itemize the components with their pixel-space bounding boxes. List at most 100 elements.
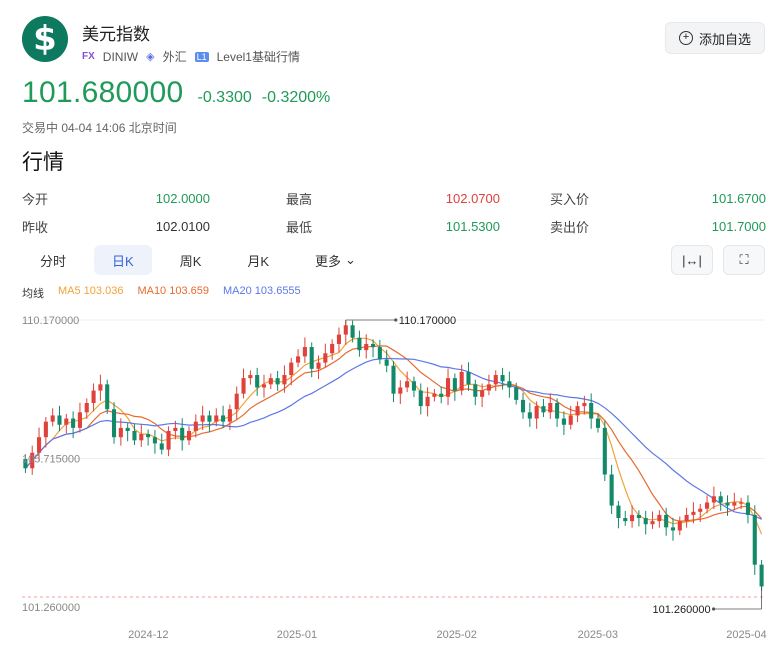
level-text: Level1基础行情 bbox=[216, 50, 300, 64]
x-axis-label: 2025-01 bbox=[277, 629, 317, 641]
candle-body bbox=[725, 502, 730, 506]
candle-body bbox=[111, 409, 117, 438]
candle-body bbox=[439, 393, 444, 397]
candle-body bbox=[718, 496, 723, 503]
candle-body bbox=[309, 347, 314, 369]
candle-body bbox=[507, 381, 512, 388]
candle-body bbox=[268, 378, 273, 385]
candle-body bbox=[459, 371, 464, 391]
candle-body bbox=[670, 527, 676, 531]
candle-body bbox=[57, 415, 62, 425]
candle-body bbox=[261, 384, 267, 388]
candle-body bbox=[561, 418, 566, 425]
candle-body bbox=[214, 415, 219, 422]
candle-body bbox=[418, 390, 423, 407]
candle-body bbox=[391, 365, 396, 394]
candle-body bbox=[602, 427, 607, 475]
y-axis-label: 101.260000 bbox=[22, 602, 80, 614]
candle-body bbox=[234, 393, 239, 410]
low-label: 最低 bbox=[286, 219, 313, 235]
candle-body bbox=[630, 514, 635, 522]
candle-body bbox=[684, 514, 689, 522]
candle-body bbox=[255, 375, 260, 388]
candle-body bbox=[664, 514, 669, 528]
fx-tag: FX bbox=[82, 51, 95, 62]
prev-close-value: 102.0100 bbox=[155, 218, 210, 234]
candle-body bbox=[480, 390, 485, 397]
add-watchlist-button[interactable]: + 添加自选 bbox=[665, 22, 765, 54]
tab-weekly-k[interactable]: 周K bbox=[162, 245, 220, 275]
candle-body bbox=[411, 381, 416, 391]
candle-body bbox=[595, 418, 601, 428]
candle-body bbox=[636, 514, 641, 519]
candle-body bbox=[193, 421, 198, 431]
candle-body bbox=[759, 564, 764, 587]
candle-body bbox=[384, 359, 389, 366]
stats-row: 今开 102.0000 最高 102.0700 买入价 101.6700 bbox=[22, 184, 766, 212]
candle-body bbox=[64, 418, 69, 425]
ma10-value: MA10 103.659 bbox=[137, 285, 209, 297]
tab-daily-k[interactable]: 日K bbox=[94, 245, 152, 275]
candle-body bbox=[132, 430, 137, 441]
y-axis-label: 105.715000 bbox=[22, 454, 80, 466]
candle-body bbox=[275, 378, 280, 385]
kline-chart[interactable]: 110.170000 105.715000 101.260000 110.170000… bbox=[0, 300, 775, 647]
candle-body bbox=[541, 406, 546, 413]
tab-monthly-k[interactable]: 月K bbox=[229, 245, 287, 275]
candle-body bbox=[425, 396, 430, 407]
period-tabs: 分时 日K 周K 月K 更多 ⌄ bbox=[22, 245, 374, 275]
tab-intraday[interactable]: 分时 bbox=[22, 245, 84, 275]
candle-body bbox=[527, 412, 532, 419]
candle-body bbox=[752, 514, 757, 565]
candle-body bbox=[643, 518, 648, 525]
stats-row: 昨收 102.0100 最低 101.5300 卖出价 101.7000 bbox=[22, 212, 766, 240]
candle-body bbox=[555, 403, 560, 419]
candle-body bbox=[159, 443, 164, 450]
bid-label: 买入价 bbox=[550, 191, 590, 207]
candle-body bbox=[343, 325, 348, 335]
candle-body bbox=[705, 502, 710, 509]
min-dot bbox=[711, 607, 716, 611]
min-price-annotation: 101.260000 bbox=[652, 604, 710, 616]
candle-body bbox=[711, 496, 716, 503]
candle-body bbox=[173, 427, 178, 431]
candle-body bbox=[514, 387, 519, 400]
open-label: 今开 bbox=[22, 191, 49, 207]
plus-circle-icon: + bbox=[678, 31, 693, 45]
candle-body bbox=[445, 378, 451, 397]
candle-body bbox=[357, 337, 362, 351]
candle-body bbox=[77, 412, 82, 428]
candle-body bbox=[398, 387, 403, 394]
fit-width-icon[interactable]: |↔| bbox=[671, 245, 713, 275]
ma-legend-label: 均线 bbox=[22, 288, 44, 300]
candle-body bbox=[248, 375, 253, 379]
last-price: 101.680000 bbox=[22, 76, 184, 109]
ask-label: 卖出价 bbox=[550, 219, 590, 235]
max-dot bbox=[394, 318, 398, 322]
trading-status: 交易中 04-04 14:06 北京时间 bbox=[22, 121, 177, 135]
high-value: 102.0700 bbox=[445, 190, 500, 206]
tab-more[interactable]: 更多 ⌄ bbox=[297, 245, 374, 275]
fullscreen-icon[interactable]: ⛶ bbox=[723, 245, 765, 275]
candle-body bbox=[180, 427, 185, 441]
candle-body bbox=[302, 347, 307, 357]
candle-body bbox=[186, 430, 192, 441]
candle-body bbox=[166, 430, 171, 450]
candle-body bbox=[745, 502, 751, 515]
candle-body bbox=[200, 415, 205, 422]
candle-body bbox=[650, 521, 655, 525]
candle-body bbox=[36, 437, 42, 453]
max-price-annotation: 110.170000 bbox=[399, 315, 456, 327]
ma-legend: 均线 MA5 103.036 MA10 103.659 MA20 103.655… bbox=[22, 285, 301, 301]
prev-close-label: 昨收 bbox=[22, 219, 49, 235]
candle-body bbox=[657, 514, 662, 522]
dollar-logo-icon: $ bbox=[22, 16, 68, 62]
x-axis-label: 2025-04 bbox=[726, 629, 766, 641]
high-label: 最高 bbox=[286, 191, 313, 207]
ask-value: 101.7000 bbox=[711, 218, 766, 234]
market-label: 外汇 bbox=[162, 50, 187, 64]
candle-body bbox=[71, 418, 76, 428]
section-title: 行情 bbox=[22, 151, 64, 174]
candle-body bbox=[500, 375, 505, 382]
candle-body bbox=[98, 384, 103, 391]
